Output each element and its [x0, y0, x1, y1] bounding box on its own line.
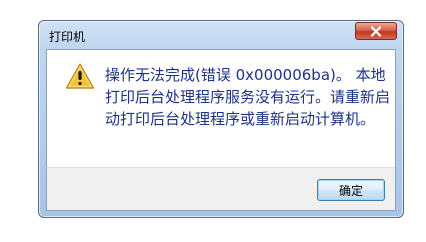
error-message: 操作无法完成(错误 0x000006ba)。 本地打印后台处理程序服务没有运行。…	[105, 66, 391, 128]
message-area: 操作无法完成(错误 0x000006ba)。 本地打印后台处理程序服务没有运行。…	[47, 50, 395, 167]
warning-icon	[65, 62, 95, 90]
ok-button[interactable]: 确定	[317, 179, 385, 201]
close-button[interactable]	[355, 22, 397, 40]
close-icon	[370, 25, 382, 37]
error-dialog: 打印机 操作无法完成(错误 0x000006ba)。 本地打印后台处理程序服务没…	[38, 20, 404, 218]
dialog-body: 操作无法完成(错误 0x000006ba)。 本地打印后台处理程序服务没有运行。…	[46, 49, 396, 211]
window-title: 打印机	[49, 30, 86, 44]
title-bar[interactable]: 打印机	[39, 21, 403, 49]
screen: 打印机 操作无法完成(错误 0x000006ba)。 本地打印后台处理程序服务没…	[0, 0, 426, 242]
footer-divider	[47, 167, 395, 168]
